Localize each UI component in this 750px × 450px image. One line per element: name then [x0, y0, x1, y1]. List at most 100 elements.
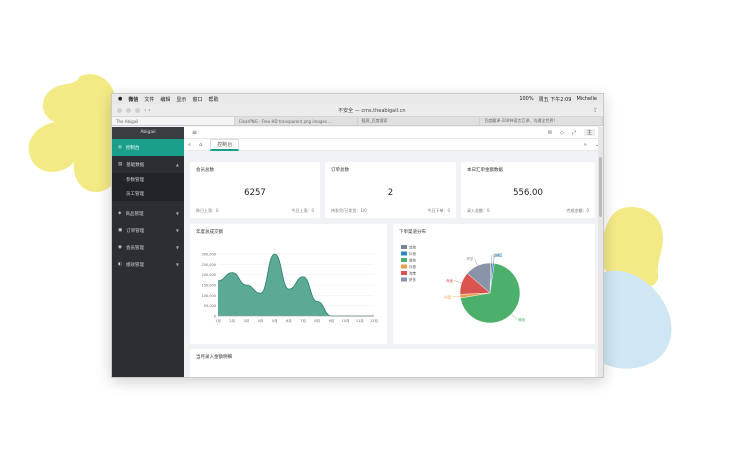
menu-window[interactable]: 窗口 [192, 96, 202, 103]
sidebar-item-label: 订单管理 [126, 228, 145, 234]
sidebar-subitem-staff[interactable]: 员工管理 [112, 187, 184, 201]
legend-label[interactable]: 抖音 [409, 251, 417, 256]
browser-window: ● 微信 文件 编辑 显示 窗口 帮助 100% 周五 下午2:09 Miche… [111, 93, 604, 378]
legend-swatch[interactable] [401, 258, 407, 262]
double-left-icon[interactable]: « [188, 142, 191, 148]
legend-swatch[interactable] [401, 251, 407, 256]
x-tick-label: 10月 [342, 318, 350, 323]
app-name[interactable]: 微信 [128, 96, 138, 103]
pie-slice-label: 抖音 [495, 253, 503, 258]
sidebar-item-label: 控制台 [125, 145, 140, 151]
tag-icon[interactable]: ◇ [560, 130, 564, 136]
card-title: 订单总数 [331, 168, 349, 173]
tab-dashboard[interactable]: 控制台 [210, 138, 240, 151]
legend-swatch[interactable] [401, 245, 407, 249]
browser-tab[interactable]: 截屏_百度搜索 [358, 117, 481, 125]
pie-slice-label: 抖音 [444, 295, 451, 300]
card-right-stat: 今日下单：0 [427, 208, 450, 213]
main-content: ≡ ✉ ◇ ⤢ 主 « ⌂ 控制台 » ⌄ 会员总数 6257 昨日上涨：0 今日上… [184, 127, 603, 377]
member-icon: ◉ [118, 245, 122, 250]
x-tick-label: 1月 [215, 318, 221, 323]
x-tick-label: 8月 [314, 318, 320, 323]
card-right-stat: 完成金额：0 [566, 208, 589, 213]
legend-label[interactable]: 淘宝 [409, 271, 417, 276]
home-icon[interactable]: ⌂ [199, 142, 202, 148]
pie-label-line [511, 313, 518, 320]
sidebar-subitem-params[interactable]: 参数管理 [112, 173, 184, 187]
mac-menubar: ● 微信 文件 编辑 显示 窗口 帮助 100% 周五 下午2:09 Miche… [112, 94, 603, 104]
x-tick-label: 2月 [229, 318, 235, 323]
user-menu[interactable]: 主 [583, 129, 595, 136]
card-left-stat: 昨日上涨：0 [196, 208, 219, 213]
address-bar[interactable]: 不安全 — cms.theabigail.cn [155, 107, 589, 114]
pie-label-line [454, 280, 462, 284]
chevron-down-icon: ▼ [175, 228, 179, 233]
data-icon: ▤ [118, 162, 123, 167]
user-name[interactable]: Michelle [576, 96, 597, 102]
legend-label[interactable]: 微信 [409, 258, 417, 263]
card-value: 6257 [244, 188, 266, 198]
menu-toggle-icon[interactable]: ≡ [192, 129, 197, 136]
apple-icon[interactable]: ● [118, 96, 122, 102]
chevron-down-icon: ▼ [175, 245, 179, 250]
order-icon: ▣ [118, 228, 123, 233]
legend-swatch[interactable] [401, 271, 407, 275]
x-tick-label: 11月 [356, 318, 364, 323]
section-title: 当月录入金额明细 [196, 355, 232, 360]
stat-card-orders: 订单总数 2 待发货/已发货：1/0 今日下单：0 [325, 162, 456, 218]
sidebar-item-label: 商品管理 [125, 211, 144, 217]
menu-file[interactable]: 文件 [144, 96, 154, 103]
sidebar-item-label: 绩效管理 [125, 262, 144, 268]
sidebar-item-basic-data[interactable]: ▤ 基础数据 ▲ [112, 156, 184, 173]
y-tick-label: 300,000 [202, 253, 216, 257]
monthly-detail-card: 当月录入金额明细 ▤ ∿ ▥ ↻ ⤓ [190, 349, 595, 377]
card-left-stat: 录入金额：0 [467, 208, 490, 213]
double-right-icon[interactable]: » [584, 142, 587, 148]
legend-label[interactable]: 抖音 [409, 264, 417, 269]
browser-tab[interactable]: ClearPNG - Free HD transparent png image… [235, 117, 358, 125]
x-tick-label: 7月 [300, 318, 306, 323]
scrollbar-thumb[interactable] [599, 157, 602, 217]
pie-slice-label: 拼多 [467, 256, 475, 261]
sidebar-item-orders[interactable]: ▣ 订单管理 ▼ [112, 222, 184, 239]
legend-label[interactable]: 其他 [409, 245, 417, 250]
menu-view[interactable]: 显示 [176, 96, 186, 103]
menu-help[interactable]: 帮助 [208, 96, 218, 103]
browser-tab[interactable]: 百度翻译-200种语言互译、沟通全世界！ [480, 117, 603, 125]
pie-slice-label: 微信 [518, 317, 526, 322]
close-button[interactable] [117, 107, 122, 113]
x-tick-label: 5月 [272, 318, 278, 323]
clock-text: 周五 下午2:09 [538, 96, 572, 103]
minimize-button[interactable] [126, 107, 131, 113]
legend-swatch[interactable] [401, 264, 407, 269]
sidebar-item-goods[interactable]: ◈ 商品管理 ▼ [112, 205, 184, 222]
pie-chart-card: 下单渠道分布 其他 抖音 微信 抖音 淘宝 拼多 其他 抖音 微信 抖音 淘宝 拼多 [393, 224, 595, 344]
y-tick-label: 250,000 [202, 263, 216, 267]
message-icon[interactable]: ✉ [548, 130, 552, 136]
menu-edit[interactable]: 编辑 [160, 96, 170, 103]
sidebar-item-label: 会员管理 [125, 245, 144, 251]
scrollbar[interactable] [598, 127, 603, 377]
chevron-down-icon: ▼ [175, 262, 179, 267]
share-icon[interactable]: ⇪ [593, 107, 598, 114]
y-tick-label: 0 [214, 315, 216, 319]
fullscreen-icon[interactable]: ⤢ [572, 130, 576, 136]
legend-label[interactable]: 拼多 [409, 277, 417, 282]
chevron-down-icon: ▼ [175, 211, 179, 216]
stat-card-amount: 本日汇单金额数据 556.00 录入金额：0 完成金额：0 [461, 162, 595, 218]
sidebar-item-dashboard[interactable]: ◎ 控制台 [112, 139, 184, 156]
browser-tab[interactable]: The Abigail [112, 117, 235, 125]
x-tick-label: 3月 [243, 318, 249, 323]
back-icon[interactable]: ‹ › [144, 107, 151, 114]
card-left-stat: 待发货/已发货：1/0 [331, 208, 367, 213]
legend-swatch[interactable] [401, 277, 407, 282]
card-value: 556.00 [513, 188, 543, 198]
page-tab-bar: « ⌂ 控制台 » ⌄ [184, 138, 603, 151]
browser-toolbar: ‹ › 不安全 — cms.theabigail.cn ⇪ [112, 104, 603, 117]
x-tick-label: 6月 [286, 318, 292, 323]
sidebar-item-performance[interactable]: ◐ 绩效管理 ▼ [112, 256, 184, 273]
stat-card-members: 会员总数 6257 昨日上涨：0 今日上涨：0 [190, 162, 320, 218]
y-tick-label: 150,000 [202, 284, 216, 288]
zoom-button[interactable] [135, 107, 140, 113]
sidebar-item-members[interactable]: ◉ 会员管理 ▼ [112, 239, 184, 256]
